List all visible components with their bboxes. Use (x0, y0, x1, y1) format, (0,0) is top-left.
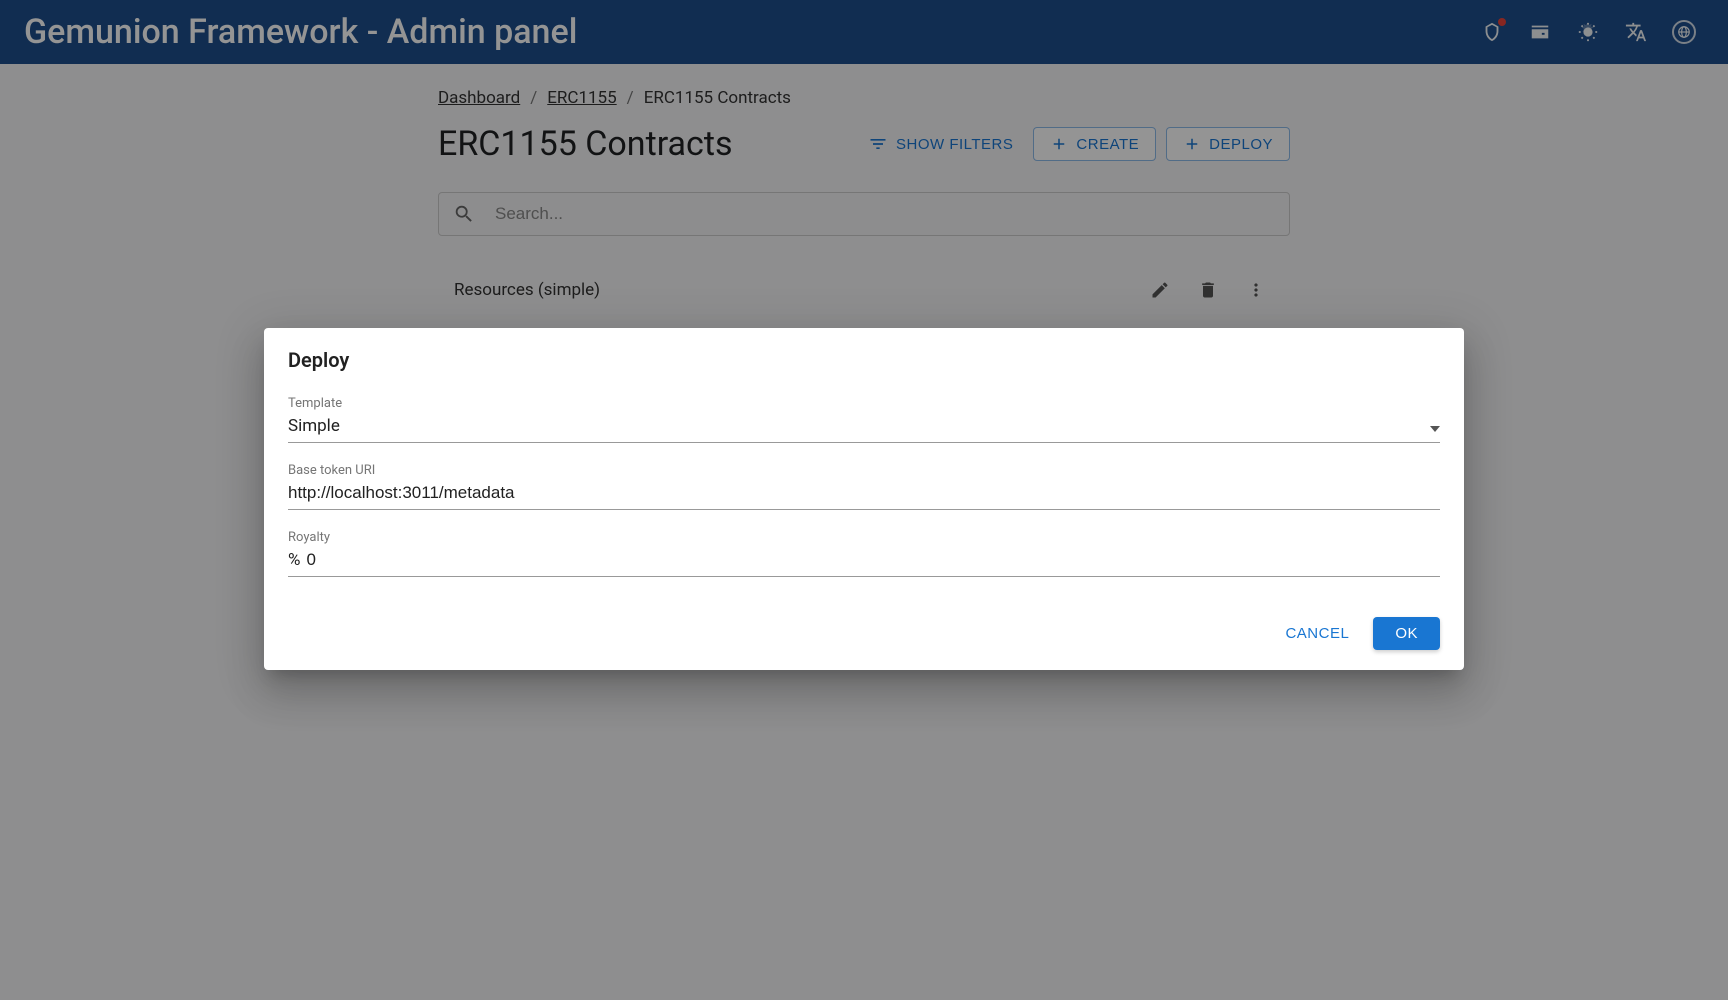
template-select[interactable]: Simple (288, 414, 1440, 443)
base-uri-field: Base token URI (288, 463, 1440, 510)
ok-button[interactable]: OK (1373, 617, 1440, 650)
template-field: Template Simple (288, 396, 1440, 443)
base-uri-input[interactable] (288, 483, 1440, 503)
royalty-label: Royalty (288, 530, 1440, 545)
dialog-actions: CANCEL OK (288, 617, 1440, 650)
modal-overlay[interactable]: Deploy Template Simple Base token URI Ro… (0, 0, 1728, 1000)
template-value: Simple (288, 416, 1430, 436)
base-uri-label: Base token URI (288, 463, 1440, 478)
royalty-prefix: % (288, 550, 300, 570)
dialog-title: Deploy (288, 348, 1440, 372)
template-label: Template (288, 396, 1440, 411)
royalty-field: Royalty % (288, 530, 1440, 577)
deploy-dialog: Deploy Template Simple Base token URI Ro… (264, 328, 1464, 670)
chevron-down-icon (1430, 417, 1440, 436)
royalty-input[interactable] (306, 550, 1440, 570)
cancel-button[interactable]: CANCEL (1271, 617, 1363, 650)
